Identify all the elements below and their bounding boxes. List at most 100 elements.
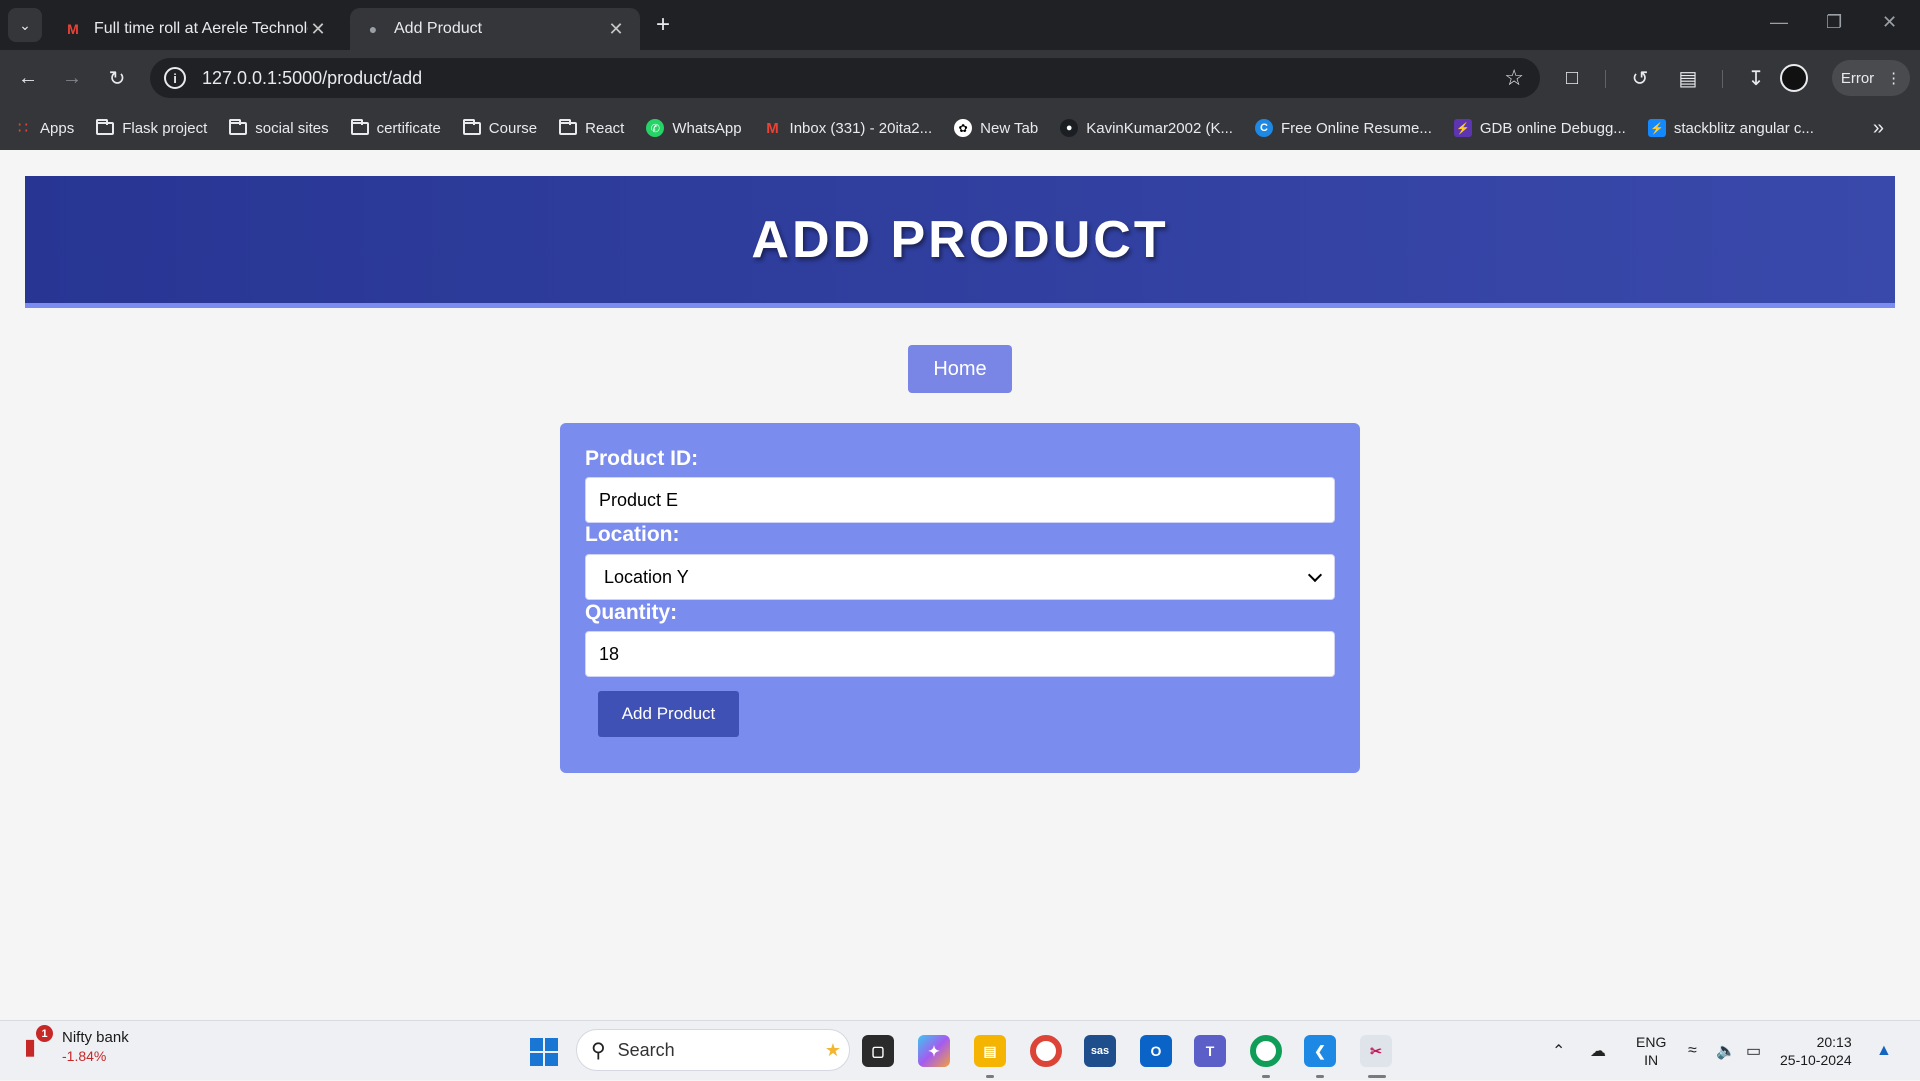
reload-icon[interactable]: ↻ [101, 62, 133, 94]
page-header: ADD PRODUCT [25, 176, 1895, 308]
bookmark-react[interactable]: React [559, 118, 625, 137]
quantity-input[interactable]: 18 [585, 631, 1335, 677]
windows-start-icon[interactable] [530, 1038, 558, 1066]
tray-overflow-chevron-icon[interactable]: ⌃ [1552, 1021, 1565, 1081]
browser-toolbar: ← → ↻ i 127.0.0.1:5000/product/add ☆ □ ↺… [0, 50, 1920, 106]
bookmark-label: New Tab [980, 119, 1039, 137]
chrome-profile-icon[interactable] [1250, 1035, 1282, 1067]
bookmark-label: certificate [376, 119, 441, 137]
profile-avatar[interactable] [1780, 64, 1808, 92]
bookmark-github[interactable]: ● KavinKumar2002 (K... [1060, 119, 1233, 137]
battery-icon[interactable]: ▭ [1746, 1021, 1761, 1081]
bookmark-label: WhatsApp [672, 119, 742, 137]
stock-widget[interactable]: ▮ 1 Nifty bank -1.84% [22, 1025, 129, 1064]
taskbar-search[interactable]: ⚲ Search ★ [576, 1029, 850, 1071]
clock[interactable]: 20:13 25-10-2024 [1780, 1021, 1852, 1081]
tab-search-chevron-icon[interactable]: ⌄ [8, 8, 42, 42]
gdb-icon: ⚡ [1453, 119, 1472, 137]
bookmark-gdb[interactable]: ⚡ GDB online Debugg... [1453, 119, 1626, 137]
bookmark-course[interactable]: Course [462, 118, 537, 137]
clock-date: 25-10-2024 [1780, 1052, 1852, 1068]
region-code: IN [1644, 1052, 1659, 1068]
language-indicator[interactable]: ENG IN [1636, 1021, 1666, 1081]
address-bar[interactable]: i 127.0.0.1:5000/product/add ☆ [150, 58, 1540, 98]
folder-icon [229, 118, 248, 137]
search-highlight-icon: ★ [824, 1039, 841, 1060]
bookmark-star-icon[interactable]: ☆ [1504, 65, 1524, 91]
bookmark-social-sites[interactable]: social sites [229, 118, 329, 137]
stock-name: Nifty bank [62, 1029, 129, 1046]
bookmark-apps[interactable]: ∷ Apps [14, 119, 75, 138]
wifi-icon[interactable]: ≈ [1688, 1021, 1697, 1081]
bookmarks-bar: ∷ Apps Flask project social sites certif… [0, 106, 1920, 150]
file-explorer-icon[interactable]: ▤ [974, 1035, 1006, 1067]
bookmark-label: KavinKumar2002 (K... [1086, 119, 1233, 137]
teams-icon[interactable]: T [1194, 1035, 1226, 1067]
minimize-icon[interactable]: — [1770, 12, 1788, 33]
more-vert-icon: ⋮ [1886, 70, 1902, 87]
running-indicator [986, 1075, 994, 1078]
new-tab-plus-icon[interactable]: + [650, 11, 676, 38]
bookmark-label: social sites [255, 119, 329, 137]
reading-mode-icon[interactable]: ▤ [1674, 64, 1702, 92]
restore-icon[interactable]: ❐ [1826, 12, 1842, 33]
tab-add-product[interactable]: ● Add Product ✕ [350, 8, 640, 50]
more-bookmarks-chevron-icon[interactable]: » [1873, 117, 1884, 140]
tab-title: Add Product [394, 20, 483, 37]
bookmark-resume[interactable]: C Free Online Resume... [1254, 119, 1432, 137]
home-button[interactable]: Home [908, 345, 1012, 393]
volume-muted-icon[interactable]: 🔈 [1716, 1021, 1736, 1081]
product-id-input[interactable]: Product E [585, 477, 1335, 523]
onedrive-offline-icon[interactable]: ☁ [1590, 1021, 1606, 1081]
outlook-icon[interactable]: O [1140, 1035, 1172, 1067]
gmail-icon: M [67, 21, 79, 37]
tab-gmail[interactable]: M Full time roll at Aerele Technolo ✕ [50, 8, 342, 50]
stock-change: -1.84% [62, 1048, 107, 1064]
location-select[interactable]: Location Y [585, 554, 1335, 600]
bookmark-stackblitz[interactable]: ⚡ stackblitz angular c... [1647, 119, 1814, 137]
bookmark-inbox[interactable]: M Inbox (331) - 20ita2... [764, 119, 932, 137]
close-icon[interactable]: ✕ [308, 19, 328, 40]
location-selected-value: Location Y [604, 566, 689, 587]
running-indicator [1262, 1075, 1270, 1078]
bookmark-label: Apps [40, 119, 75, 137]
folder-icon [559, 118, 578, 137]
resume-icon: C [1254, 119, 1273, 137]
window-close-icon[interactable]: ✕ [1882, 12, 1897, 33]
add-product-button[interactable]: Add Product [598, 691, 739, 737]
download-icon[interactable]: ↧ [1742, 64, 1770, 92]
snipping-tool-icon[interactable]: ✂ [1360, 1035, 1392, 1067]
task-view-icon[interactable]: ▢ [862, 1035, 894, 1067]
sas-icon[interactable]: sas [1084, 1035, 1116, 1067]
bookmark-new-tab[interactable]: ✿ New Tab [954, 119, 1038, 137]
bookmark-flask-project[interactable]: Flask project [96, 118, 207, 137]
search-icon: ⚲ [591, 1039, 606, 1062]
close-icon[interactable]: ✕ [606, 19, 626, 40]
history-icon[interactable]: ↺ [1626, 64, 1654, 92]
copilot-icon[interactable]: ✦ [918, 1035, 950, 1067]
gmail-icon: M [766, 119, 779, 137]
extensions-puzzle-icon[interactable]: □ [1558, 64, 1586, 92]
forward-arrow-icon[interactable]: → [56, 62, 88, 94]
back-arrow-icon[interactable]: ← [12, 62, 44, 94]
site-info-icon[interactable]: i [164, 67, 186, 89]
active-indicator [1368, 1075, 1386, 1078]
profile-error-button[interactable]: Error ⋮ [1832, 60, 1910, 96]
chrome-icon[interactable] [1030, 1035, 1062, 1067]
bookmark-label: GDB online Debugg... [1479, 119, 1626, 137]
notification-badge: 1 [36, 1025, 53, 1042]
chatgpt-icon: ✿ [954, 119, 973, 137]
bookmark-whatsapp[interactable]: ✆ WhatsApp [646, 119, 742, 137]
folder-icon [462, 118, 481, 137]
url-text[interactable]: 127.0.0.1:5000/product/add [202, 68, 1504, 89]
bookmark-certificate[interactable]: certificate [350, 118, 441, 137]
chevron-down-icon [1307, 567, 1323, 582]
vscode-icon[interactable]: ❮ [1304, 1035, 1336, 1067]
whatsapp-icon: ✆ [646, 119, 665, 137]
browser-tab-strip: ⌄ M Full time roll at Aerele Technolo ✕ … [0, 0, 1920, 50]
notification-bell-icon[interactable]: ▲ [1876, 1021, 1892, 1081]
bookmark-label: React [585, 119, 625, 137]
bookmark-label: stackblitz angular c... [1673, 119, 1814, 137]
stackblitz-icon: ⚡ [1647, 119, 1666, 137]
page-title: ADD PRODUCT [751, 210, 1169, 269]
